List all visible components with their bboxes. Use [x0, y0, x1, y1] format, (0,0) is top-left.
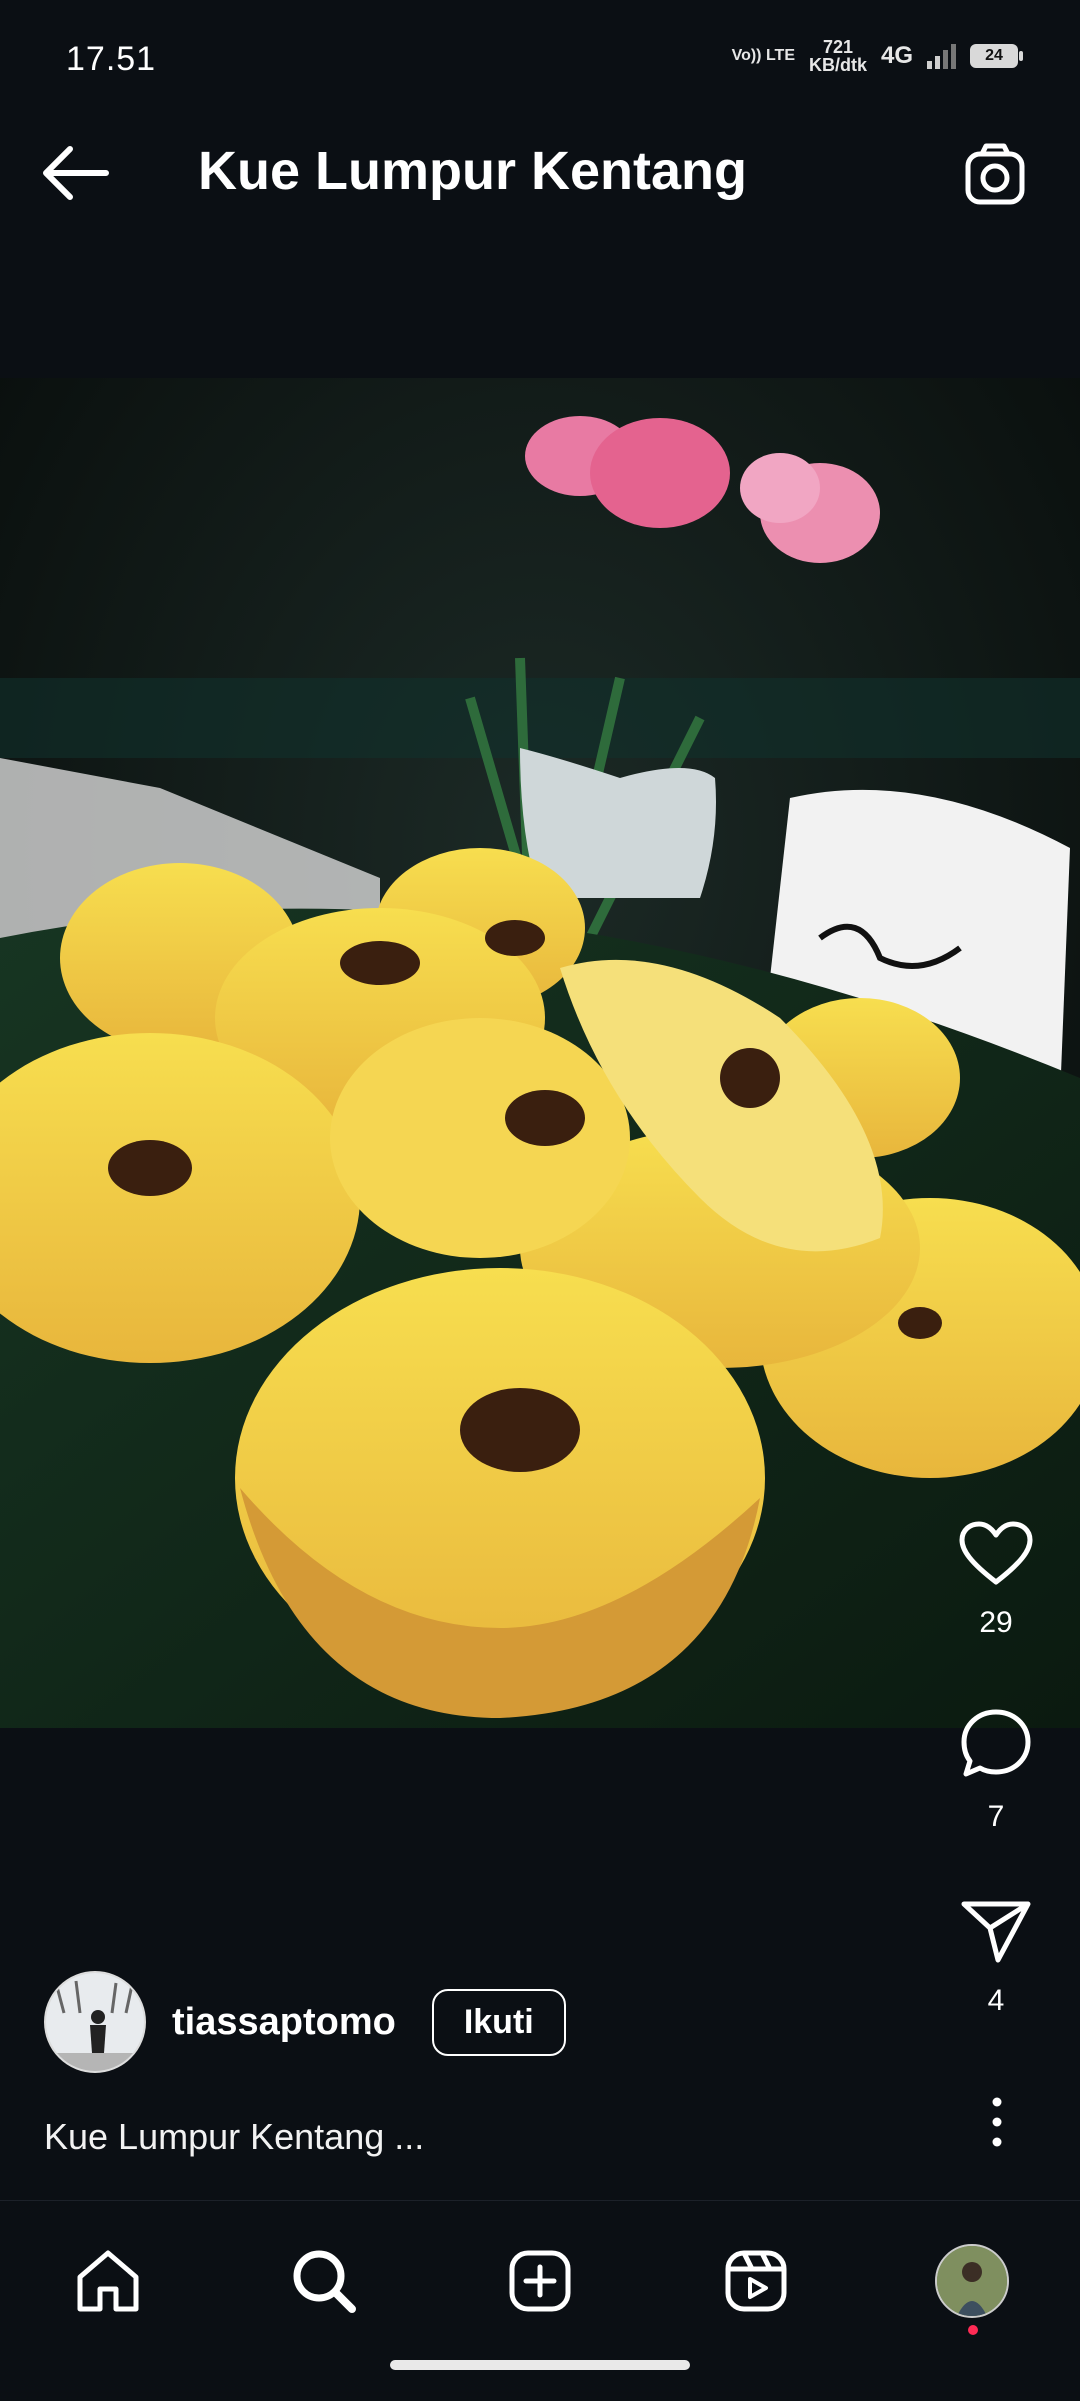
home-indicator[interactable]	[390, 2360, 690, 2370]
battery-icon: 24	[970, 44, 1023, 68]
volte-indicator: Vo)) LTE	[731, 47, 795, 64]
nav-home[interactable]	[68, 2241, 148, 2321]
camera-button[interactable]	[960, 140, 1032, 212]
avatar-image	[46, 1973, 144, 2071]
bottom-nav	[0, 2200, 1080, 2401]
post-image[interactable]	[0, 378, 1080, 1728]
profile-avatar	[935, 2244, 1009, 2318]
nav-profile[interactable]	[932, 2241, 1012, 2335]
send-icon[interactable]	[958, 1898, 1034, 1966]
page-title: Kue Lumpur Kentang	[198, 141, 747, 201]
search-icon	[293, 2250, 356, 2313]
network-type: 4G	[880, 42, 913, 69]
status-icons: Vo)) LTE 721 KB/dtk 4G 24	[731, 38, 1023, 74]
share-count: 4	[987, 1984, 1005, 2017]
nav-create[interactable]	[500, 2241, 580, 2321]
comment-action: 7	[950, 1706, 1042, 1834]
food-photo	[0, 378, 1080, 1728]
back-button[interactable]	[40, 142, 120, 204]
heart-icon[interactable]	[958, 1520, 1034, 1588]
status-time: 17.51	[66, 40, 157, 78]
network-speed-value: 721	[822, 37, 853, 57]
comment-count: 7	[987, 1800, 1005, 1833]
more-vertical-icon	[992, 2097, 1002, 2147]
nav-reels[interactable]	[716, 2241, 796, 2321]
network-speed: 721 KB/dtk	[809, 38, 867, 74]
like-count: 29	[979, 1606, 1013, 1639]
like-action: 29	[950, 1520, 1042, 1640]
share-action: 4	[950, 1898, 1042, 2018]
nav-search[interactable]	[284, 2241, 364, 2321]
arrow-left-icon	[43, 146, 109, 200]
username[interactable]: tiassaptomo	[172, 2001, 396, 2044]
author-row: tiassaptomo Ikuti	[44, 1971, 566, 2073]
notification-dot	[968, 2325, 978, 2335]
comment-icon[interactable]	[958, 1706, 1034, 1782]
home-icon	[77, 2250, 139, 2312]
camera-icon	[965, 143, 1025, 205]
status-bar: 17.51 Vo)) LTE 721 KB/dtk 4G 24	[0, 0, 1080, 95]
follow-button[interactable]: Ikuti	[431, 1988, 566, 2056]
create-icon	[509, 2250, 571, 2312]
network-speed-unit: KB/dtk	[808, 55, 867, 75]
reels-icon	[725, 2250, 787, 2312]
signal-icon	[927, 43, 956, 69]
more-options-button[interactable]	[982, 2094, 1012, 2150]
avatar[interactable]	[44, 1971, 146, 2073]
top-bar: Kue Lumpur Kentang	[0, 120, 1080, 230]
caption[interactable]: Kue Lumpur Kentang ...	[44, 2116, 424, 2158]
